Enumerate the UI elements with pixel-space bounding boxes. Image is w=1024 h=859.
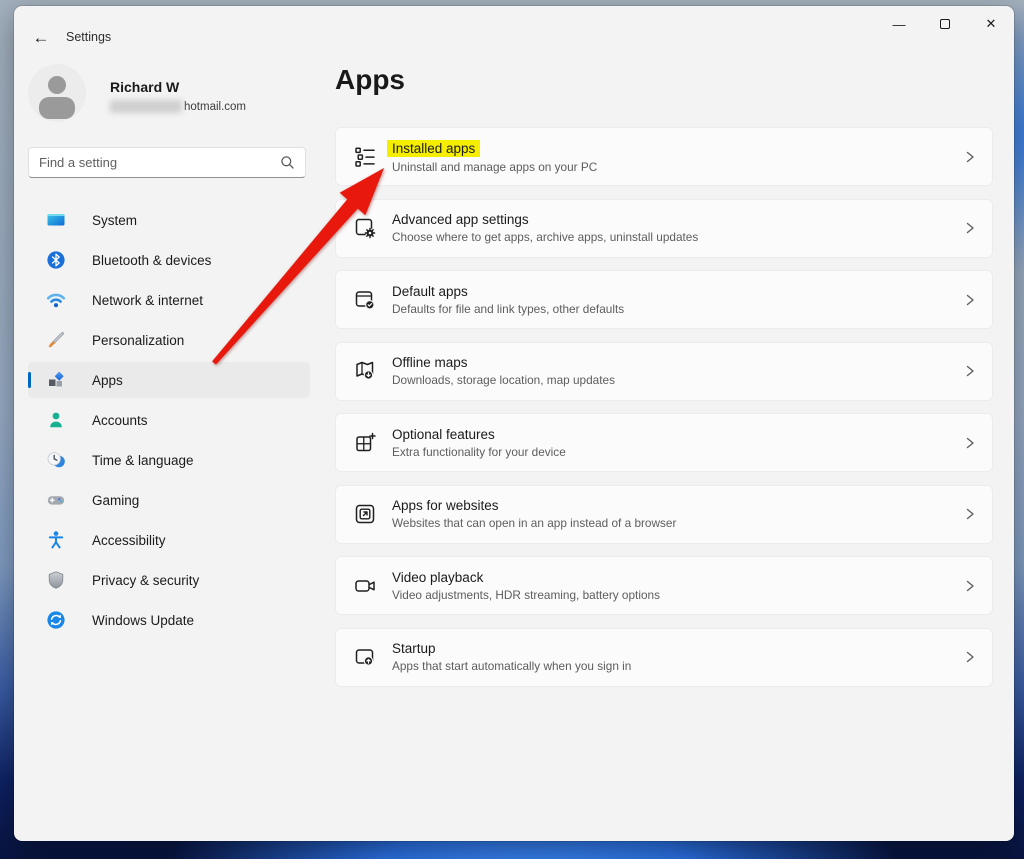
close-button[interactable]: ✕ [968,6,1014,42]
sidebar-item-system[interactable]: System [28,202,310,238]
card-title: Video playback [392,570,483,585]
advanced-app-settings-icon [353,216,377,240]
card-installed-apps[interactable]: Installed apps Uninstall and manage apps… [335,127,993,186]
gaming-icon [46,490,66,510]
privacy-security-icon [46,570,66,590]
chevron-right-icon [964,579,976,593]
startup-icon [353,645,377,669]
card-default-apps[interactable]: Default apps Defaults for file and link … [335,270,993,329]
card-subtitle: Choose where to get apps, archive apps, … [392,230,698,244]
sidebar-item-network-internet[interactable]: Network & internet [28,282,310,318]
card-title: Apps for websites [392,498,499,513]
title-bar: ← Settings — ✕ [14,6,1014,50]
card-title: Offline maps [392,355,468,370]
desktop-wallpaper: ← Settings — ✕ Richard W hotmail.com [0,0,1024,859]
maximize-icon [940,19,950,29]
sidebar-item-apps[interactable]: Apps [28,362,310,398]
optional-features-icon [353,431,377,455]
profile-email: hotmail.com [110,100,246,113]
sidebar-item-gaming[interactable]: Gaming [28,482,310,518]
sidebar-item-label: Gaming [92,493,139,508]
profile-name: Richard W [110,79,179,95]
chevron-right-icon [964,293,976,307]
chevron-right-icon [964,650,976,664]
card-subtitle: Extra functionality for your device [392,445,566,459]
network-icon [46,290,66,310]
card-title: Installed apps [387,140,480,157]
sidebar-item-accessibility[interactable]: Accessibility [28,522,310,558]
card-subtitle: Websites that can open in an app instead… [392,516,676,530]
card-apps-for-websites[interactable]: Apps for websites Websites that can open… [335,485,993,544]
minimize-button[interactable]: — [876,6,922,42]
bluetooth-icon [46,250,66,270]
card-subtitle: Downloads, storage location, map updates [392,373,615,387]
sidebar-item-windows-update[interactable]: Windows Update [28,602,310,638]
card-subtitle: Defaults for file and link types, other … [392,302,624,316]
card-subtitle: Apps that start automatically when you s… [392,659,631,673]
accounts-icon [46,410,66,430]
offline-maps-icon [353,359,377,383]
sidebar-item-label: Windows Update [92,613,194,628]
card-video-playback[interactable]: Video playback Video adjustments, HDR st… [335,556,993,615]
chevron-right-icon [964,507,976,521]
back-button[interactable]: ← [24,24,58,50]
card-title: Startup [392,641,436,656]
sidebar-item-label: Bluetooth & devices [92,253,211,268]
sidebar-item-personalization[interactable]: Personalization [28,322,310,358]
card-title: Advanced app settings [392,212,529,227]
search-box [28,147,306,178]
sidebar-item-label: Personalization [92,333,184,348]
sidebar-item-label: Network & internet [92,293,203,308]
settings-window: ← Settings — ✕ Richard W hotmail.com [14,6,1014,841]
card-subtitle: Video adjustments, HDR streaming, batter… [392,588,660,602]
page-title: Apps [335,64,405,96]
chevron-right-icon [964,221,976,235]
card-title: Optional features [392,427,495,442]
personalization-icon [46,330,66,350]
sidebar-item-bluetooth-devices[interactable]: Bluetooth & devices [28,242,310,278]
sidebar-item-label: Privacy & security [92,573,199,588]
chevron-right-icon [964,364,976,378]
settings-cards: Installed apps Uninstall and manage apps… [335,127,993,687]
accessibility-icon [46,530,66,550]
sidebar-item-label: Accessibility [92,533,166,548]
system-icon [46,210,66,230]
caption-buttons: — ✕ [876,6,1014,42]
card-offline-maps[interactable]: Offline maps Downloads, storage location… [335,342,993,401]
sidebar-nav: System Bluetooth & devices Network & int… [28,202,310,642]
time-language-icon [46,450,66,470]
windows-update-icon [46,610,66,630]
user-profile[interactable]: Richard W hotmail.com [28,64,328,128]
window-title: Settings [66,30,111,44]
card-optional-features[interactable]: Optional features Extra functionality fo… [335,413,993,472]
sidebar-item-label: Apps [92,373,123,388]
avatar [28,64,86,122]
sidebar-item-label: System [92,213,137,228]
search-input[interactable] [39,155,280,170]
sidebar-item-label: Time & language [92,453,194,468]
sidebar-item-accounts[interactable]: Accounts [28,402,310,438]
card-advanced-app-settings[interactable]: Advanced app settings Choose where to ge… [335,199,993,258]
video-playback-icon [353,574,377,598]
maximize-button[interactable] [922,6,968,42]
email-domain: hotmail.com [184,101,246,113]
apps-for-websites-icon [353,502,377,526]
search-icon [280,155,295,170]
email-redacted-blur [110,100,182,113]
apps-icon [46,370,66,390]
sidebar-item-time-language[interactable]: Time & language [28,442,310,478]
chevron-right-icon [964,436,976,450]
card-subtitle: Uninstall and manage apps on your PC [392,160,597,174]
default-apps-icon [353,288,377,312]
installed-apps-icon [353,145,377,169]
card-startup[interactable]: Startup Apps that start automatically wh… [335,628,993,687]
card-title: Default apps [392,284,468,299]
sidebar-item-label: Accounts [92,413,148,428]
chevron-right-icon [964,150,976,164]
sidebar-item-privacy-security[interactable]: Privacy & security [28,562,310,598]
